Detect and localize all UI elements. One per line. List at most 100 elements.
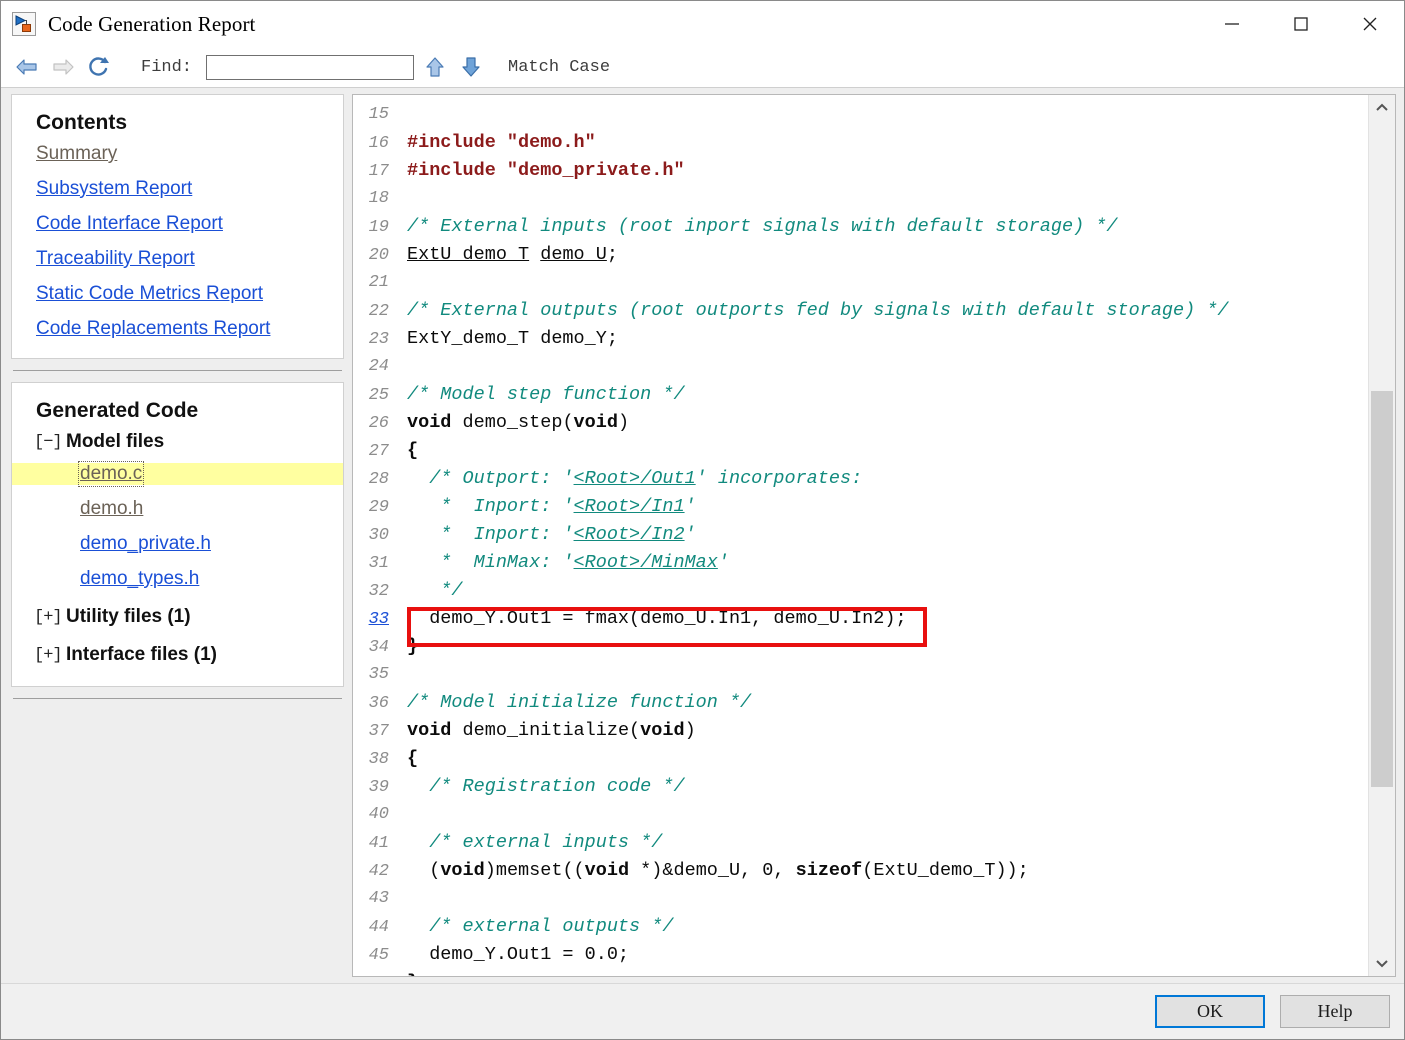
code-line: 15 [353,101,1368,129]
code-link[interactable]: <Root>/Out1 [574,468,696,489]
scrollbar-track[interactable] [1369,121,1395,950]
code-token: ( [407,860,441,881]
search-input[interactable] [206,54,415,80]
line-number: 16 [368,134,389,153]
file-link-demo-types-h[interactable]: demo_types.h [80,568,199,590]
find-next-icon[interactable] [456,52,486,82]
toc-link-summary[interactable]: Summary [36,143,117,165]
code-line: 38 { [353,745,1368,773]
code-token: /* External outputs (root outports fed b… [407,300,1229,321]
line-number: 26 [368,414,389,433]
code-token: void [407,720,452,741]
code-token: void [584,860,630,881]
code-text: /* External inputs (root inport signals … [399,213,1368,241]
code-text: /* Model initialize function */ [399,689,1368,717]
file-row-demo-c: demo.c [12,461,343,487]
code-text: * Inport: '<Root>/In1' [399,493,1368,521]
line-number: 17 [368,162,389,181]
toc-link-subsystem-report[interactable]: Subsystem Report [36,178,192,200]
line-number: 29 [368,498,389,517]
line-number: 23 [368,330,389,349]
code-line: 19 /* External inputs (root inport signal… [353,213,1368,241]
code-line: 39 /* Registration code */ [353,773,1368,801]
code-token: */ [407,580,463,601]
contents-panel: Contents Summary Subsystem Report Code I… [11,94,344,359]
code-link[interactable]: <Root>/In2 [574,524,685,545]
match-case-label[interactable]: Match Case [508,58,610,77]
file-link-demo-c[interactable]: demo.c [77,461,145,487]
scrollbar-thumb[interactable] [1371,391,1393,787]
code-link[interactable]: ExtU_demo_T [407,244,529,265]
line-number: 21 [368,273,389,292]
code-line: 25 /* Model step function */ [353,381,1368,409]
code-text: (void)memset((void *)&demo_U, 0, sizeof(… [399,857,1368,885]
scroll-up-button[interactable] [1369,95,1395,121]
code-token: void [640,720,685,741]
code-text: /* Outport: '<Root>/Out1' incorporates: [399,465,1368,493]
code-token: { [407,748,419,769]
toc-link-code-interface-report[interactable]: Code Interface Report [36,213,223,235]
code-token: #include "demo.h" [407,132,596,153]
toc-link-static-code-metrics-report[interactable]: Static Code Metrics Report [36,283,263,305]
find-previous-icon[interactable] [420,52,450,82]
code-link[interactable]: <Root>/MinMax [574,552,718,573]
code-text: #include "demo.h" [399,129,1368,157]
find-label: Find: [141,57,193,77]
code-token: demo_Y.Out1 = 0.0; [407,944,630,965]
group-header-model-files[interactable]: [−] Model files [26,431,329,453]
generated-code-group-utility-files: [+] Utility files (1) [26,606,329,628]
code-line: 22 /* External outputs (root outports fed… [353,297,1368,325]
code-vertical-scrollbar[interactable] [1368,95,1395,976]
code-line: 24 [353,353,1368,381]
group-label: Utility files (1) [66,606,191,627]
file-link-demo-h[interactable]: demo.h [80,498,143,520]
code-line: 46} [353,969,1368,976]
line-number-link[interactable]: 33 [353,606,399,634]
line-number: 39 [368,778,389,797]
contents-links: Summary Subsystem Report Code Interface … [26,143,329,340]
line-number: 19 [368,218,389,237]
close-button[interactable] [1335,1,1404,47]
generated-code-heading: Generated Code [36,399,199,422]
toc-link-traceability-report[interactable]: Traceability Report [36,248,195,270]
file-link-demo-private-h[interactable]: demo_private.h [80,533,211,555]
expand-toggle-icon[interactable]: [+] [34,608,66,627]
code-text: * Inport: '<Root>/In2' [399,521,1368,549]
group-header-interface-files[interactable]: [+] Interface files (1) [26,644,329,666]
navigation-toolbar: Find: Match Case [1,47,1404,88]
scroll-down-button[interactable] [1369,950,1395,976]
code-token: void [407,412,452,433]
refresh-icon[interactable] [83,52,115,82]
group-label: Model files [66,431,165,452]
code-text: } [399,633,1368,661]
group-header-utility-files[interactable]: [+] Utility files (1) [26,606,329,628]
code-line: 21 [353,269,1368,297]
line-number: 18 [368,189,389,208]
line-number: 25 [368,386,389,405]
code-text: /* External outputs (root outports fed b… [399,297,1368,325]
code-link[interactable]: <Root>/In1 [574,496,685,517]
code-line: 30 * Inport: '<Root>/In2' [353,521,1368,549]
maximize-button[interactable] [1266,1,1335,47]
toc-link-code-replacements-report[interactable]: Code Replacements Report [36,318,270,340]
code-line: 20 ExtU_demo_T demo_U; [353,241,1368,269]
code-token: * MinMax: ' [407,552,574,573]
code-token: } [407,636,419,657]
code-line: 17 #include "demo_private.h" [353,157,1368,185]
code-line: 33 demo_Y.Out1 = fmax(demo_U.In1, demo_U… [353,605,1368,647]
code-line: 43 [353,885,1368,913]
collapse-toggle-icon[interactable]: [−] [34,433,66,452]
code-text: void demo_initialize(void) [399,717,1368,745]
back-arrow-icon[interactable] [11,52,43,82]
line-number: 38 [368,750,389,769]
expand-toggle-icon[interactable]: [+] [34,646,66,665]
code-line: 40 [353,801,1368,829]
code-link[interactable]: demo_U [540,244,607,265]
code-token: demo_Y.Out1 = fmax(demo_U.In1, demo_U.In… [407,608,907,629]
ok-button[interactable]: OK [1155,995,1265,1028]
minimize-button[interactable] [1197,1,1266,47]
code-line: 31 * MinMax: '<Root>/MinMax' [353,549,1368,577]
code-token: /* Model initialize function */ [407,692,752,713]
help-button[interactable]: Help [1280,995,1390,1028]
